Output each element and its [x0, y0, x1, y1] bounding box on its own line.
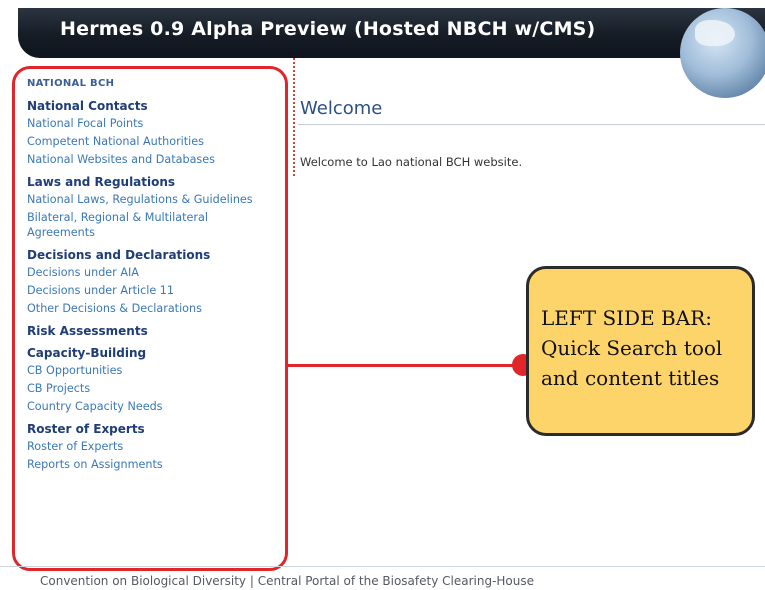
callout-box: LEFT SIDE BAR: Quick Search tool and con…	[526, 266, 755, 436]
sidebar-section-laws: Laws and Regulations National Laws, Regu…	[27, 175, 272, 240]
sidebar-section-decisions: Decisions and Declarations Decisions und…	[27, 248, 272, 316]
header-banner: Hermes 0.9 Alpha Preview (Hosted NBCH w/…	[18, 8, 765, 58]
sidebar-link-competent-national-authorities[interactable]: Competent National Authorities	[27, 134, 272, 149]
sidebar-link-national-websites[interactable]: National Websites and Databases	[27, 152, 272, 167]
sidebar-section-capacity: Capacity-Building CB Opportunities CB Pr…	[27, 346, 272, 414]
callout-line-1: LEFT SIDE BAR:	[541, 306, 712, 330]
footer-link-cbd[interactable]: Convention on Biological Diversity	[40, 574, 246, 588]
sidebar-heading[interactable]: Decisions and Declarations	[27, 248, 272, 262]
callout-connector-line	[288, 364, 524, 367]
callout-line-2: Quick Search tool	[541, 336, 723, 360]
sidebar-link-roster-of-experts[interactable]: Roster of Experts	[27, 439, 272, 454]
footer-link-central-portal[interactable]: Central Portal of the Biosafety Clearing…	[258, 574, 534, 588]
left-sidebar: NATIONAL BCH National Contacts National …	[27, 78, 272, 480]
sidebar-heading[interactable]: Capacity-Building	[27, 346, 272, 360]
sidebar-link-country-capacity-needs[interactable]: Country Capacity Needs	[27, 399, 272, 414]
callout-line-3: and content titles	[541, 366, 720, 390]
sidebar-link-cb-projects[interactable]: CB Projects	[27, 381, 272, 396]
sidebar-site-label: NATIONAL BCH	[27, 78, 115, 89]
sidebar-heading[interactable]: Laws and Regulations	[27, 175, 272, 189]
footer-separator: |	[249, 574, 254, 588]
title-underline	[298, 124, 765, 125]
sidebar-link-national-laws[interactable]: National Laws, Regulations & Guidelines	[27, 192, 272, 207]
sidebar-section-national-contacts: National Contacts National Focal Points …	[27, 99, 272, 167]
app-title: Hermes 0.9 Alpha Preview (Hosted NBCH w/…	[60, 18, 596, 40]
sidebar-link-other-decisions[interactable]: Other Decisions & Declarations	[27, 301, 272, 316]
globe-land-shape	[695, 20, 735, 46]
sidebar-link-cb-opportunities[interactable]: CB Opportunities	[27, 363, 272, 378]
sidebar-link-decisions-aia[interactable]: Decisions under AIA	[27, 265, 272, 280]
dotted-divider	[293, 58, 295, 176]
sidebar-heading[interactable]: National Contacts	[27, 99, 272, 113]
sidebar-heading[interactable]: Roster of Experts	[27, 422, 272, 436]
footer: Convention on Biological Diversity | Cen…	[40, 574, 534, 588]
footer-divider	[0, 566, 765, 567]
sidebar-section-risk: Risk Assessments	[27, 324, 272, 338]
sidebar-link-national-focal-points[interactable]: National Focal Points	[27, 116, 272, 131]
sidebar-section-roster: Roster of Experts Roster of Experts Repo…	[27, 422, 272, 472]
sidebar-link-decisions-article-11[interactable]: Decisions under Article 11	[27, 283, 272, 298]
sidebar-heading[interactable]: Risk Assessments	[27, 324, 272, 338]
welcome-message: Welcome to Lao national BCH website.	[300, 155, 523, 169]
page-title: Welcome	[300, 98, 383, 119]
sidebar-link-agreements[interactable]: Bilateral, Regional & Multilateral Agree…	[27, 210, 272, 240]
sidebar-link-reports-on-assignments[interactable]: Reports on Assignments	[27, 457, 272, 472]
